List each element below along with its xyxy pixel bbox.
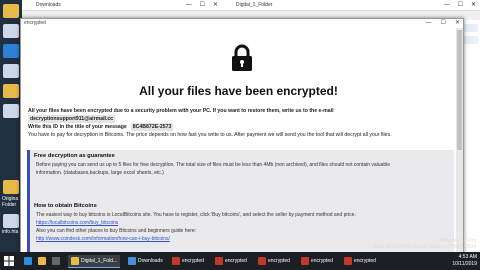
taskbar-item[interactable]: encrypted bbox=[301, 255, 333, 267]
taskbar: Digital_1_Fold... Downloads encrypted en… bbox=[0, 252, 480, 270]
taskbar-item-label: encrypted bbox=[225, 258, 247, 264]
id-prompt: Write this ID in the title of your messa… bbox=[28, 124, 127, 130]
file-icon[interactable] bbox=[3, 64, 19, 78]
coindesk-link[interactable]: http://www.coindesk.com/information/how-… bbox=[36, 236, 170, 242]
download-icon bbox=[128, 257, 136, 265]
hta-icon bbox=[301, 257, 309, 265]
maximize-button[interactable]: ☐ bbox=[200, 0, 205, 10]
localbitcoins-link[interactable]: https://localbitcoins.com/buy_bitcoins bbox=[36, 220, 118, 226]
ransom-intro: All your files have been encrypted due t… bbox=[28, 107, 448, 139]
windows-start-icon[interactable] bbox=[2, 254, 16, 268]
maximize-button[interactable]: ☐ bbox=[458, 0, 463, 10]
explorer-titlebar[interactable]: Digital_1_Folder — ☐ ✕ bbox=[222, 0, 480, 10]
hta-icon bbox=[344, 257, 352, 265]
taskbar-item-label: encrypted bbox=[268, 258, 290, 264]
vertical-scrollbar[interactable] bbox=[456, 28, 463, 253]
hta-icon bbox=[258, 257, 266, 265]
taskbar-ie-icon[interactable] bbox=[24, 255, 32, 267]
app-icon[interactable] bbox=[3, 44, 19, 58]
box-text: Before paying you can send us up to 5 fi… bbox=[36, 162, 391, 168]
desktop-label: info.hta bbox=[2, 229, 19, 235]
taskbar-item[interactable]: Downloads bbox=[128, 255, 163, 267]
clock-time: 4:53 AM bbox=[458, 254, 477, 260]
contact-email[interactable]: decryptionsupport911@airmail.cc bbox=[28, 115, 116, 123]
window-title: Digital_1_Folder bbox=[236, 2, 273, 8]
minimize-button[interactable]: — bbox=[444, 0, 450, 10]
ransom-note-window: encrypted — ☐ ✕ All your files have been… bbox=[20, 18, 464, 254]
intro-text: All your files have been encrypted due t… bbox=[28, 108, 334, 114]
watermark-build: Build 10.0.16299.15.rs3_release.170928-1… bbox=[373, 244, 476, 250]
window-title: encrypted bbox=[24, 20, 46, 26]
victim-id[interactable]: 8C4B872E-2573 bbox=[130, 123, 174, 131]
taskbar-item[interactable]: encrypted bbox=[344, 255, 376, 267]
taskbar-explorer-icon[interactable] bbox=[38, 255, 46, 267]
clock-date: 10/11/2019 bbox=[452, 261, 477, 267]
folder-icon[interactable] bbox=[3, 84, 19, 98]
window-title: Downloads bbox=[36, 2, 61, 8]
taskbar-item-label: Digital_1_Fold... bbox=[81, 258, 118, 264]
free-decryption-box: Free decryption as guarantee Before payi… bbox=[27, 150, 454, 200]
taskbar-item-label: encrypted bbox=[311, 258, 333, 264]
ransom-content: All your files have been encrypted! All … bbox=[21, 28, 456, 253]
ransom-headline: All your files have been encrypted! bbox=[139, 84, 338, 98]
explorer-titlebar[interactable]: Downloads — ☐ ✕ bbox=[22, 0, 222, 10]
file-icon[interactable] bbox=[3, 24, 19, 38]
maximize-button[interactable]: ☐ bbox=[441, 19, 446, 28]
desktop-icons: Origina Folder info.hta bbox=[0, 0, 22, 252]
box-heading: How to obtain Bitcoins bbox=[34, 203, 97, 209]
desktop-label: Folder bbox=[2, 202, 17, 208]
taskbar-store-icon[interactable] bbox=[52, 255, 60, 267]
taskbar-item[interactable]: encrypted bbox=[215, 255, 247, 267]
hta-icon bbox=[172, 257, 180, 265]
file-icon[interactable] bbox=[3, 104, 19, 118]
scroll-thumb[interactable] bbox=[457, 30, 462, 150]
box-text: Also you can find other places to buy Bi… bbox=[36, 228, 197, 234]
taskbar-item-label: encrypted bbox=[354, 258, 376, 264]
taskbar-item[interactable]: Digital_1_Fold... bbox=[68, 255, 121, 268]
taskbar-item-label: Downloads bbox=[138, 258, 163, 264]
system-clock[interactable]: 4:53 AM 10/11/2019 bbox=[452, 254, 477, 268]
close-button[interactable]: ✕ bbox=[213, 0, 218, 10]
lock-icon bbox=[232, 44, 252, 71]
hta-file-icon[interactable] bbox=[3, 214, 19, 228]
taskbar-item[interactable]: encrypted bbox=[258, 255, 290, 267]
hta-icon bbox=[215, 257, 223, 265]
folder-icon bbox=[71, 257, 79, 265]
payment-text: You have to pay for decryption in Bitcoi… bbox=[28, 132, 392, 138]
close-button[interactable]: ✕ bbox=[455, 19, 460, 28]
box-text: information. (databases,backups, large e… bbox=[36, 170, 164, 176]
minimize-button[interactable]: — bbox=[186, 0, 192, 10]
folder-icon[interactable] bbox=[3, 4, 19, 18]
windows-watermark: Windows 10 Pro Build 10.0.16299.15.rs3_r… bbox=[373, 238, 476, 250]
minimize-button[interactable]: — bbox=[426, 19, 432, 28]
close-button[interactable]: ✕ bbox=[471, 0, 476, 10]
box-text: The easiest way to buy bitcoins is Local… bbox=[36, 212, 356, 218]
folder-icon[interactable] bbox=[3, 180, 19, 194]
taskbar-item-label: encrypted bbox=[182, 258, 204, 264]
box-heading: Free decryption as guarantee bbox=[34, 153, 115, 159]
ransom-titlebar[interactable]: encrypted — ☐ ✕ bbox=[21, 19, 463, 28]
taskbar-item[interactable]: encrypted bbox=[172, 255, 204, 267]
